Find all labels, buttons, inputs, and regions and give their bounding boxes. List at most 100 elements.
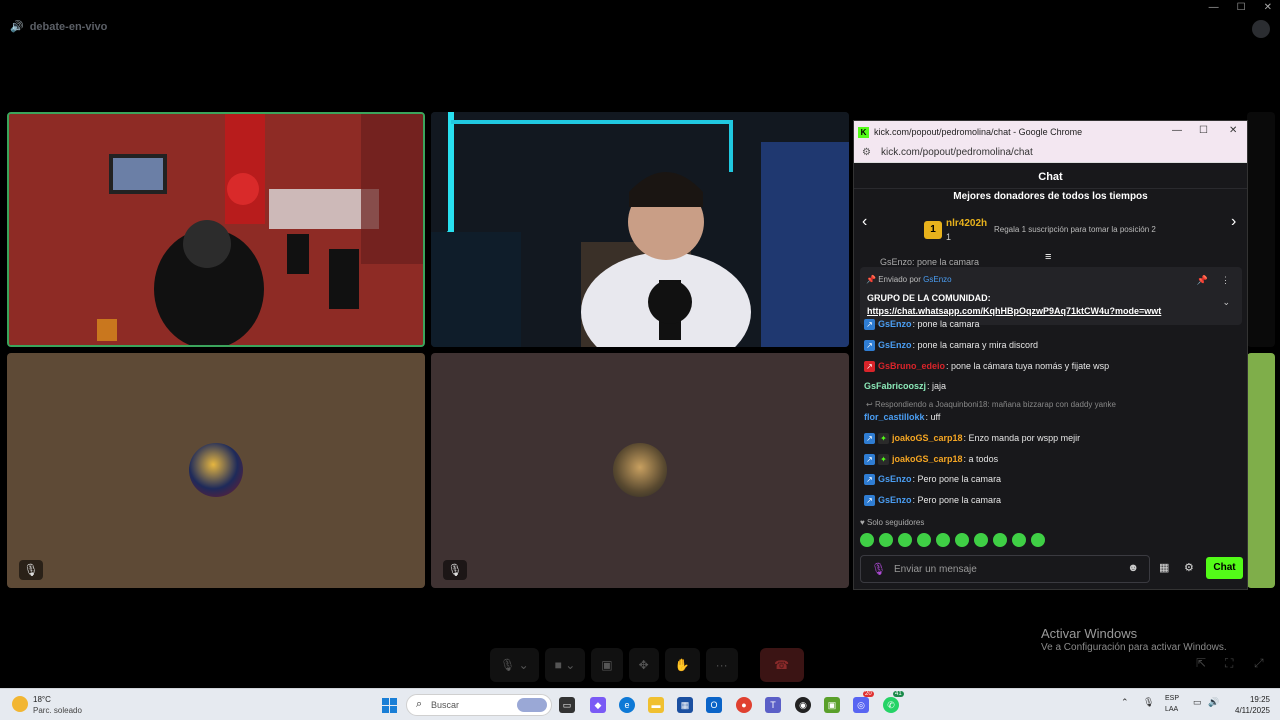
weather-condition[interactable]: Parc. soleado — [33, 706, 82, 715]
pin-icon[interactable]: 📌 — [1197, 275, 1208, 286]
chat-username[interactable]: joakoGS_carp18 — [892, 454, 963, 464]
network-icon[interactable]: ▭ — [1193, 697, 1202, 708]
chat-username[interactable]: GsEnzo — [878, 319, 912, 329]
maximize-icon[interactable]: ☐ — [1199, 125, 1208, 136]
chevron-right-icon[interactable]: › — [1231, 213, 1236, 231]
task-view-icon[interactable]: ▭ — [559, 697, 575, 713]
windows-logo-pane — [382, 698, 389, 705]
badge-icon: ↗ — [864, 339, 875, 351]
obs-icon[interactable]: ◉ — [795, 697, 811, 713]
temperature[interactable]: 18°C — [33, 695, 51, 704]
copilot-icon[interactable]: ◆ — [590, 697, 606, 713]
more-options-icon[interactable]: ⋮ — [1221, 275, 1230, 286]
activities-button[interactable]: ✥ — [628, 648, 659, 682]
close-icon[interactable]: ✕ — [1264, 2, 1272, 13]
discord-icon[interactable]: ◎ — [853, 697, 869, 713]
channel-header[interactable]: 🔊 debate-en-vivo — [10, 20, 107, 34]
whatsapp-icon[interactable]: ✆ — [883, 697, 899, 713]
emote-icon[interactable] — [974, 533, 988, 547]
emote-icon[interactable] — [1012, 533, 1026, 547]
kick-favicon-icon: K — [858, 126, 869, 138]
send-chat-button[interactable]: Chat — [1206, 557, 1243, 579]
gear-icon[interactable]: ⚙ — [1184, 561, 1194, 574]
emote-icon[interactable] — [898, 533, 912, 547]
chevron-down-icon[interactable]: ⌄ — [1222, 297, 1230, 308]
filter-icon[interactable]: ≡ — [1045, 251, 1051, 263]
chat-username[interactable]: GsBruno_edeio — [878, 361, 945, 371]
chat-message: ↗ GsEnzo : pone la camara — [864, 317, 980, 331]
chevron-up-icon[interactable]: ⌃ — [1121, 697, 1129, 708]
video-tile-2[interactable] — [431, 112, 849, 347]
outlook-icon[interactable]: O — [706, 697, 722, 713]
teams-icon[interactable]: T — [765, 697, 781, 713]
fullscreen-icon[interactable]: ⛶ — [1225, 656, 1233, 671]
emote-icon[interactable] — [1031, 533, 1045, 547]
edge-icon[interactable]: e — [619, 697, 635, 713]
keyboard-layout[interactable]: LAA — [1165, 706, 1178, 713]
window-controls: — ☐ ✕ — [1209, 2, 1272, 13]
pinned-by-user[interactable]: GsEnzo — [923, 275, 951, 284]
chat-username[interactable]: GsEnzo — [878, 495, 912, 505]
minimize-icon[interactable]: — — [1209, 2, 1219, 13]
sparkle-badge-icon: ✦ — [878, 453, 889, 465]
screen-share-button[interactable]: ▣ — [591, 648, 623, 682]
camera-button[interactable]: ■ ⌄ — [544, 648, 586, 682]
emote-icon[interactable] — [955, 533, 969, 547]
maximize-icon[interactable]: ☐ — [1237, 2, 1246, 13]
disconnect-button[interactable]: ☎ — [759, 648, 804, 682]
emote-icon[interactable] — [860, 533, 874, 547]
chat-text: : jaja — [927, 381, 947, 391]
chat-username[interactable]: GsFabricooszj — [864, 381, 926, 391]
android-app-icon[interactable]: ▣ — [824, 697, 840, 713]
chat-input[interactable]: 🎙 Enviar un mensaje ☻ — [860, 555, 1150, 583]
partial-message: GsEnzo: pone la camara — [880, 257, 980, 267]
weather-icon[interactable] — [12, 696, 28, 712]
expand-icon[interactable]: ⤢ — [1254, 656, 1264, 671]
chat-username[interactable]: GsEnzo — [878, 340, 912, 350]
minimize-icon[interactable]: — — [1172, 125, 1182, 136]
clock-time[interactable]: 19:25 — [1226, 695, 1270, 704]
clock-date[interactable]: 4/11/2025 — [1226, 706, 1270, 715]
site-settings-icon[interactable]: ⚙ — [862, 147, 871, 158]
reply-context[interactable]: ↩ Respondiendo a Joaquinboni18: mañana b… — [866, 400, 1116, 409]
video-tile-6[interactable] — [1247, 353, 1275, 588]
emote-icon[interactable] — [917, 533, 931, 547]
keyboard-language[interactable]: ESP — [1165, 695, 1179, 702]
emoji-icon[interactable]: ☻ — [1127, 562, 1139, 574]
pinned-link[interactable]: https://chat.whatsapp.com/KqhHBpOqzwP9Aq… — [867, 306, 1161, 316]
file-explorer-icon[interactable]: ▬ — [648, 697, 664, 713]
store-icon[interactable]: ▦ — [1159, 561, 1169, 574]
more-button[interactable]: ··· — [705, 648, 738, 682]
close-icon[interactable]: ✕ — [1229, 125, 1237, 136]
badge-icon: ↗ — [864, 494, 875, 506]
activity-icon[interactable] — [1252, 20, 1270, 38]
chrome-icon[interactable]: ● — [736, 697, 752, 713]
emote-icon[interactable] — [936, 533, 950, 547]
video-tile-4[interactable]: 🎙 — [431, 353, 849, 588]
chat-username[interactable]: GsEnzo — [878, 474, 912, 484]
donor-name[interactable]: nlr4202h — [946, 218, 987, 229]
video-tile-5[interactable] — [1247, 112, 1275, 347]
emote-icon[interactable] — [993, 533, 1007, 547]
microphone-icon[interactable]: 🎙 — [871, 562, 886, 576]
reply-text: Respondiendo a Joaquinboni18: mañana biz… — [874, 400, 1117, 409]
microphone-icon[interactable]: 🎙 — [1143, 697, 1154, 708]
chat-text: : pone la camara — [912, 319, 980, 329]
gift-sub-text[interactable]: Regala 1 suscripción para tomar la posic… — [994, 225, 1156, 234]
search-highlight-icon — [517, 698, 547, 712]
pinned-by-line: 📌 Enviado por GsEnzo — [866, 275, 952, 284]
video-tile-1[interactable] — [7, 112, 425, 347]
emote-icon[interactable] — [879, 533, 893, 547]
video-tile-3[interactable]: 🎙 — [7, 353, 425, 588]
address-bar[interactable]: ⚙ kick.com/popout/pedromolina/chat — [854, 143, 1247, 163]
store-icon[interactable]: ▦ — [677, 697, 693, 713]
volume-icon[interactable]: 🔊 — [1208, 697, 1219, 708]
taskbar-search[interactable]: ⌕ Buscar — [406, 694, 552, 716]
chat-username[interactable]: flor_castillokk — [864, 412, 925, 422]
microphone-button[interactable]: 🎙 ⌄ — [490, 648, 539, 682]
pop-out-icon[interactable]: ⇱ — [1196, 656, 1206, 670]
soundboard-button[interactable]: ✋ — [664, 648, 700, 682]
start-button[interactable] — [382, 698, 397, 713]
chevron-left-icon[interactable]: ‹ — [862, 213, 867, 231]
chat-username[interactable]: joakoGS_carp18 — [892, 433, 963, 443]
